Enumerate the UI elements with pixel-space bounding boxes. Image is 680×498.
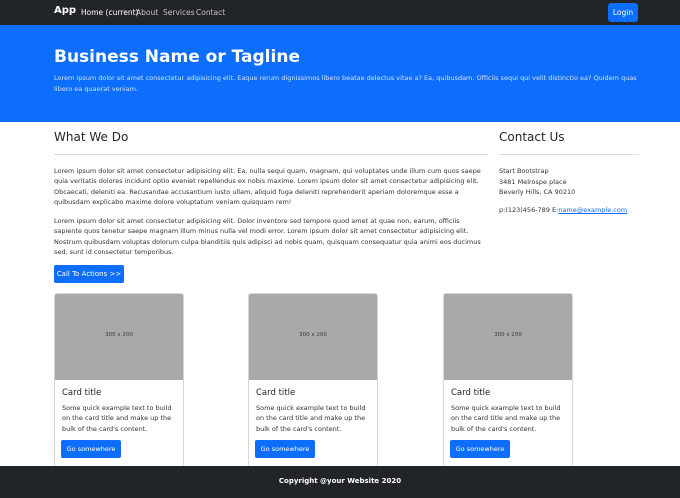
go-somewhere-button[interactable]: Go somewhere <box>255 440 315 458</box>
hero-banner: Business Name or Tagline Lorem ipsum dol… <box>0 25 680 122</box>
nav-link-about[interactable]: About <box>136 8 158 17</box>
card-image-placeholder: 300 x 200 <box>444 294 572 380</box>
go-somewhere-button[interactable]: Go somewhere <box>61 440 121 458</box>
contact-address: Start Bootstrap 3481 Melrospe place Beve… <box>499 166 575 198</box>
what-we-do-paragraph-2: Lorem ipsum dolor sit amet consectetur a… <box>54 217 481 257</box>
what-we-do-divider <box>54 154 488 155</box>
hero-title: Business Name or Tagline <box>54 47 300 67</box>
navbar-brand[interactable]: App <box>54 5 76 16</box>
call-to-action-button[interactable]: Call To Actions >> <box>54 265 124 283</box>
footer-copyright: Copyright @your Website 2020 <box>278 477 402 485</box>
contact-title: Contact Us <box>499 130 565 144</box>
card-image-label: 300 x 200 <box>299 332 327 338</box>
card-title: Card title <box>451 388 491 398</box>
nav-link-services[interactable]: Services <box>163 8 195 17</box>
login-button[interactable]: Login <box>608 3 638 22</box>
nav-link-home[interactable]: Home (current) <box>81 8 138 17</box>
card-1: 300 x 200 Card title Some quick example … <box>54 293 184 468</box>
navbar: App Home (current) About Services Contac… <box>0 0 680 25</box>
contact-line-2: 3481 Melrospe place <box>499 177 567 186</box>
footer: Copyright @your Website 2020 <box>0 466 680 498</box>
contact-phone: p:(123)456-789 E: <box>499 206 559 214</box>
contact-line-3: Beverly Hills, CA 90210 <box>499 188 576 197</box>
card-image-placeholder: 300 x 200 <box>55 294 183 380</box>
contact-line-1: Start Bootstrap <box>499 167 549 175</box>
contact-email-link[interactable]: name@example.com <box>558 206 627 214</box>
go-somewhere-button[interactable]: Go somewhere <box>450 440 510 458</box>
card-title: Card title <box>62 388 102 398</box>
card-text: Some quick example text to build on the … <box>62 404 172 433</box>
card-title: Card title <box>256 388 296 398</box>
card-image-label: 300 x 200 <box>494 332 522 338</box>
card-text: Some quick example text to build on the … <box>451 404 561 433</box>
what-we-do-title: What We Do <box>54 130 129 144</box>
card-image-label: 300 x 200 <box>105 332 133 338</box>
card-image-placeholder: 300 x 200 <box>249 294 377 380</box>
contact-phone-email: p:(123)456-789 E:name@example.com <box>499 205 627 216</box>
card-3: 300 x 200 Card title Some quick example … <box>443 293 573 468</box>
card-2: 300 x 200 Card title Some quick example … <box>248 293 378 468</box>
card-text: Some quick example text to build on the … <box>256 404 366 433</box>
hero-text: Lorem ipsum dolor sit amet consectetur a… <box>54 74 637 93</box>
what-we-do-paragraph-1: Lorem ipsum dolor sit amet consectetur a… <box>54 167 481 207</box>
nav-link-contact[interactable]: Contact <box>196 8 225 17</box>
contact-divider <box>499 154 639 155</box>
